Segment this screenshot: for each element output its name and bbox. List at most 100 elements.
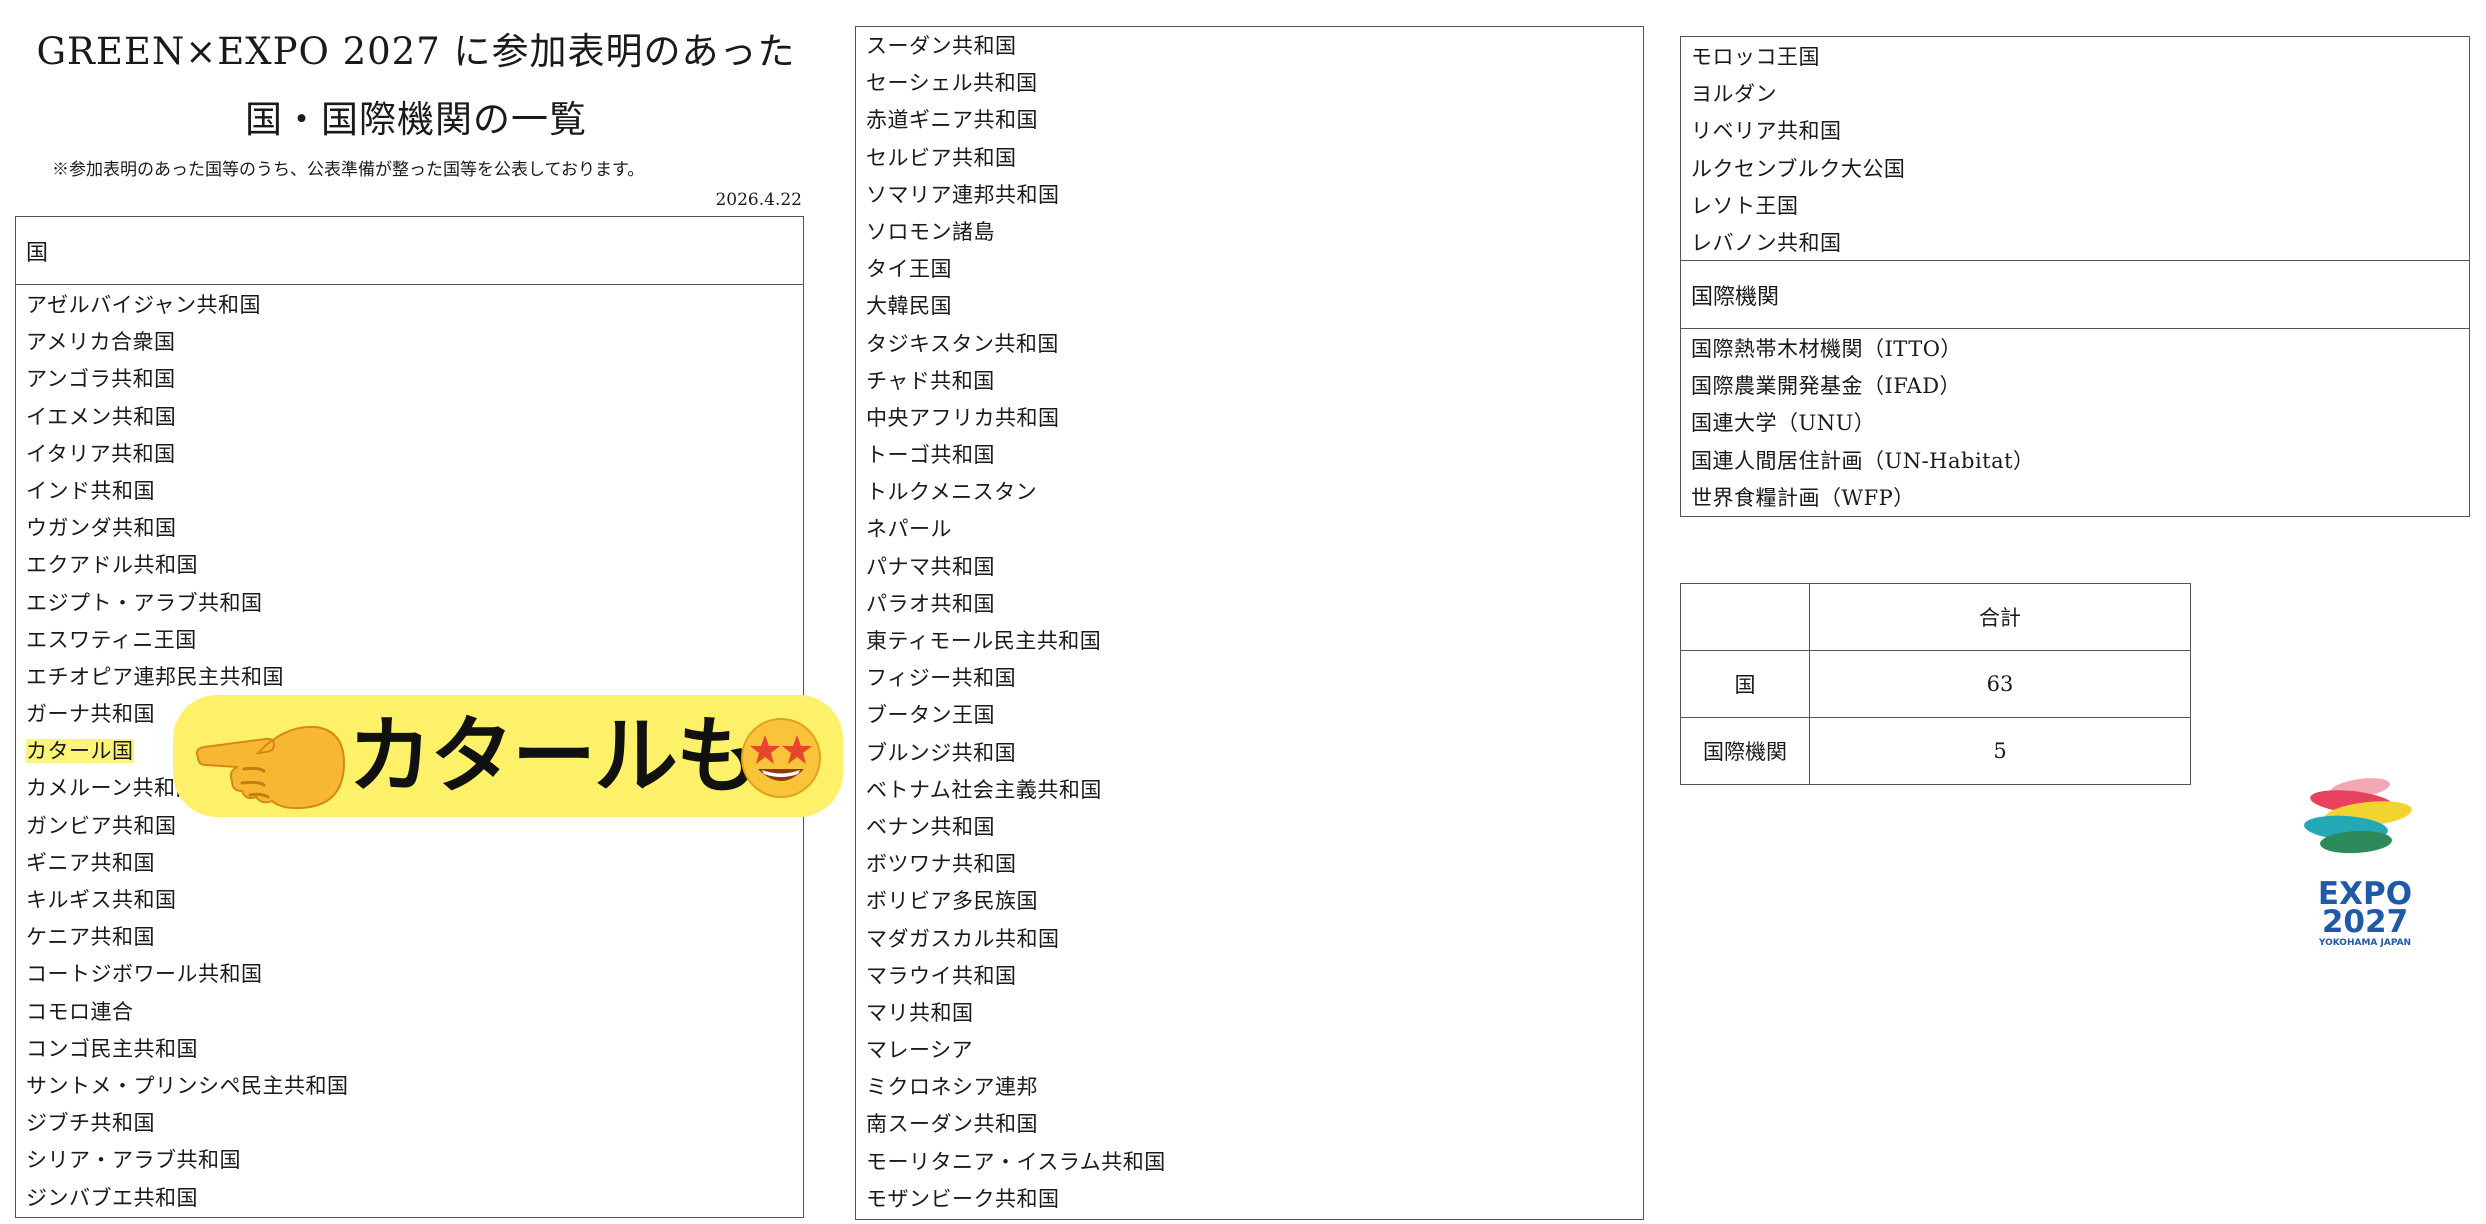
item-label: ケニア共和国 xyxy=(26,925,155,950)
country-item: マダガスカル共和国 xyxy=(856,921,1643,958)
country-item: エスワティニ王国 xyxy=(16,622,803,659)
item-label: 南スーダン共和国 xyxy=(866,1112,1038,1137)
totals-value: 5 xyxy=(1809,717,2191,785)
totals-table: 合計 国 63 国際機関 5 xyxy=(1680,583,2191,785)
item-label: ネパール xyxy=(866,517,952,542)
totals-corner-cell xyxy=(1680,583,1810,651)
org-item: 国際熱帯木材機関（ITTO） xyxy=(1681,331,2469,368)
country-item: タジキスタン共和国 xyxy=(856,326,1643,363)
title-line-2: 国・国際機関の一覧 xyxy=(245,98,587,141)
item-label: 国連人間居住計画（UN-Habitat） xyxy=(1691,448,2035,473)
item-label: ベナン共和国 xyxy=(866,814,995,839)
item-label: 中央アフリカ共和国 xyxy=(866,405,1060,430)
item-label: ジブチ共和国 xyxy=(26,1111,155,1136)
country-item: リベリア共和国 xyxy=(1681,113,2469,150)
country-item: コンゴ民主共和国 xyxy=(16,1031,803,1068)
country-item: ボツワナ共和国 xyxy=(856,846,1643,883)
country-item: モーリタニア・イスラム共和国 xyxy=(856,1144,1643,1181)
item-label: モーリタニア・イスラム共和国 xyxy=(866,1149,1166,1174)
country-item: マラウイ共和国 xyxy=(856,958,1643,995)
country-item: ブータン王国 xyxy=(856,697,1643,734)
country-item: シリア・アラブ共和国 xyxy=(16,1142,803,1179)
country-item: イエメン共和国 xyxy=(16,399,803,436)
orgs-header: 国際機関 xyxy=(1681,261,2469,329)
country-item: ヨルダン xyxy=(1681,76,2469,113)
item-label: ギニア共和国 xyxy=(26,850,155,875)
item-label: レソト王国 xyxy=(1691,193,1799,218)
country-list-3: モロッコ王国 ヨルダン リベリア共和国ルクセンブルク大公国 レソト王国レバノン共和国 xyxy=(1681,37,2469,261)
countries-header: 国 xyxy=(16,217,803,285)
country-item: ベナン共和国 xyxy=(856,809,1643,846)
item-label: エチオピア連邦民主共和国 xyxy=(26,664,284,689)
country-item: インド共和国 xyxy=(16,473,803,510)
country-item: レバノン共和国 xyxy=(1681,225,2469,262)
countries-table-column-2: スーダン共和国 セーシェル共和国赤道ギニア共和国セルビア共和国ソマリア連邦共和国ソ… xyxy=(855,26,1644,1220)
item-label: マダガスカル共和国 xyxy=(866,926,1060,951)
org-item: 国連人間居住計画（UN-Habitat） xyxy=(1681,443,2469,480)
item-label: モザンビーク共和国 xyxy=(866,1186,1060,1211)
item-label: セーシェル共和国 xyxy=(866,71,1038,96)
country-item: 大韓民国 xyxy=(856,288,1643,325)
item-label: セルビア共和国 xyxy=(866,145,1017,170)
item-label: フィジー共和国 xyxy=(866,666,1017,691)
item-label: ミクロネシア連邦 xyxy=(866,1075,1038,1100)
item-label: 大韓民国 xyxy=(866,294,952,319)
country-item: 赤道ギニア共和国 xyxy=(856,102,1643,139)
country-item: パラオ共和国 xyxy=(856,586,1643,623)
country-item: ウガンダ共和国 xyxy=(16,510,803,547)
publish-date: 2026.4.22 xyxy=(715,190,802,210)
item-label: シリア・アラブ共和国 xyxy=(26,1148,241,1173)
item-label: インド共和国 xyxy=(26,478,155,503)
item-label: マラウイ共和国 xyxy=(866,963,1017,988)
country-item: コモロ連合 xyxy=(16,994,803,1031)
totals-header-row: 合計 xyxy=(1680,583,2191,651)
item-label: アゼルバイジャン共和国 xyxy=(26,293,262,317)
country-item: 東ティモール民主共和国 xyxy=(856,623,1643,660)
country-item: マレーシア xyxy=(856,1032,1643,1069)
item-label: アンゴラ共和国 xyxy=(26,367,176,392)
item-label: カタール国 xyxy=(26,739,134,764)
item-label: タジキスタン共和国 xyxy=(866,331,1059,356)
item-label: ガーナ共和国 xyxy=(26,702,155,727)
country-item: モロッコ王国 xyxy=(1681,39,2469,76)
item-label: 東ティモール民主共和国 xyxy=(866,629,1102,653)
totals-row-countries: 国 63 xyxy=(1680,650,2191,718)
item-label: エクアドル共和国 xyxy=(26,553,198,578)
item-label: 国連大学（UNU） xyxy=(1691,411,1876,436)
item-label: コモロ連合 xyxy=(26,999,134,1024)
country-item: ルクセンブルク大公国 xyxy=(1681,151,2469,188)
item-label: 国際農業開発基金（IFAD） xyxy=(1691,374,1962,399)
item-label: トルクメニスタン xyxy=(866,480,1038,505)
org-item: 国際農業開発基金（IFAD） xyxy=(1681,368,2469,405)
countries-and-orgs-table: モロッコ王国 ヨルダン リベリア共和国 ルクセンブルク大公国 レソト王国 レバノン共和国 … xyxy=(1680,36,2470,517)
item-label: ボツワナ共和国 xyxy=(866,852,1017,877)
country-item: ベトナム社会主義共和国 xyxy=(856,772,1643,809)
item-label: マレーシア xyxy=(866,1038,974,1063)
item-label: ソロモン諸島 xyxy=(866,219,995,244)
org-item: 国連大学（UNU） xyxy=(1681,405,2469,442)
item-label: ルクセンブルク大公国 xyxy=(1691,156,1906,181)
country-item: キルギス共和国 xyxy=(16,882,803,919)
item-label: レバノン共和国 xyxy=(1691,230,1842,255)
country-item: チャド共和国 xyxy=(856,363,1643,400)
org-item: 世界食糧計画（WFP） xyxy=(1681,480,2469,517)
item-label: ジンバブエ共和国 xyxy=(26,1185,198,1210)
country-item: トルクメニスタン xyxy=(856,474,1643,511)
item-label: ウガンダ共和国 xyxy=(26,516,177,541)
item-label: スーダン共和国 xyxy=(866,34,1017,58)
star-struck-icon xyxy=(741,718,821,798)
logo-word-year: 2027 xyxy=(2321,904,2409,940)
country-item: パナマ共和国 xyxy=(856,549,1643,586)
country-item: エジプト・アラブ共和国 xyxy=(16,585,803,622)
item-label: エジプト・アラブ共和国 xyxy=(26,590,263,615)
item-label: 世界食糧計画（WFP） xyxy=(1691,485,1915,510)
totals-value: 63 xyxy=(1809,650,2191,718)
item-label: マリ共和国 xyxy=(866,1000,974,1025)
country-item: ソマリア連邦共和国 xyxy=(856,177,1643,214)
country-item: アンゴラ共和国 xyxy=(16,361,803,398)
country-item: セルビア共和国 xyxy=(856,140,1643,177)
item-label: アメリカ合衆国 xyxy=(26,330,176,355)
totals-label: 国際機関 xyxy=(1680,717,1810,785)
country-item: スーダン共和国 xyxy=(856,28,1643,65)
country-item: ケニア共和国 xyxy=(16,919,803,956)
